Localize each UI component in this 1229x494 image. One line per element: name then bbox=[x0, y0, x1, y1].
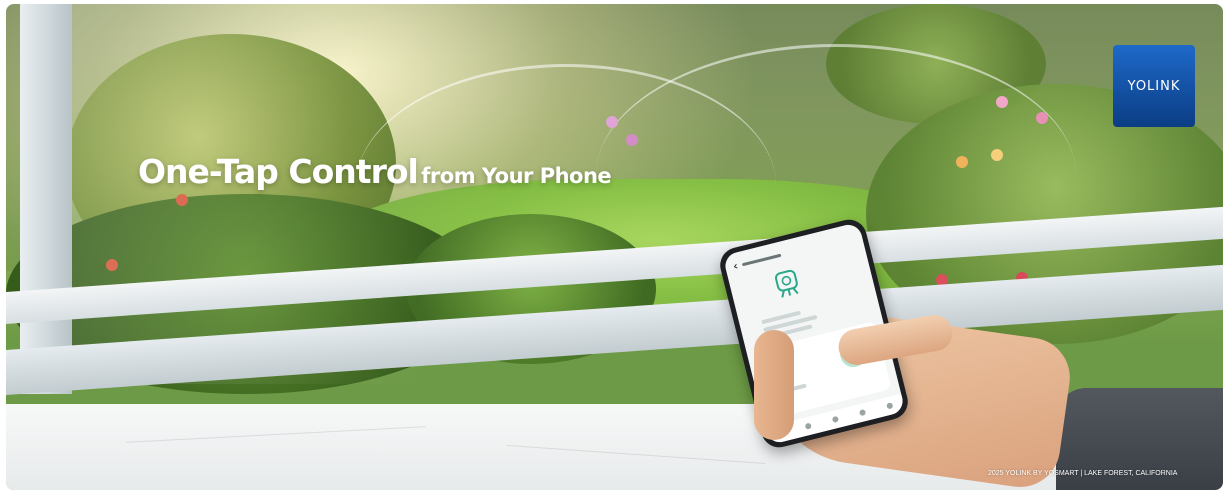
sprinkler-timer-icon bbox=[774, 269, 799, 298]
yolink-logo: YOLINK bbox=[1113, 45, 1195, 127]
marble-vein bbox=[506, 444, 766, 465]
tab-icon[interactable] bbox=[804, 422, 812, 430]
app-title-bar bbox=[741, 253, 782, 266]
tab-icon[interactable] bbox=[858, 408, 867, 417]
headline-sub: from Your Phone bbox=[421, 164, 612, 188]
window-frame bbox=[20, 4, 72, 394]
hero-banner: One-Tap Control from Your Phone YOLINK bbox=[6, 4, 1223, 490]
tab-icon[interactable] bbox=[831, 415, 840, 424]
hand-fingers bbox=[754, 330, 794, 440]
marble-vein bbox=[126, 426, 426, 443]
tab-icon[interactable] bbox=[886, 402, 894, 410]
logo-text: YOLINK bbox=[1127, 78, 1181, 94]
copyright-text: 2025 YOLINK BY YOSMART | LAKE FOREST, CA… bbox=[988, 470, 1178, 477]
headline-main: One-Tap Control bbox=[138, 152, 419, 191]
headline: One-Tap Control from Your Phone bbox=[138, 152, 612, 191]
back-arrow-icon bbox=[733, 263, 738, 269]
